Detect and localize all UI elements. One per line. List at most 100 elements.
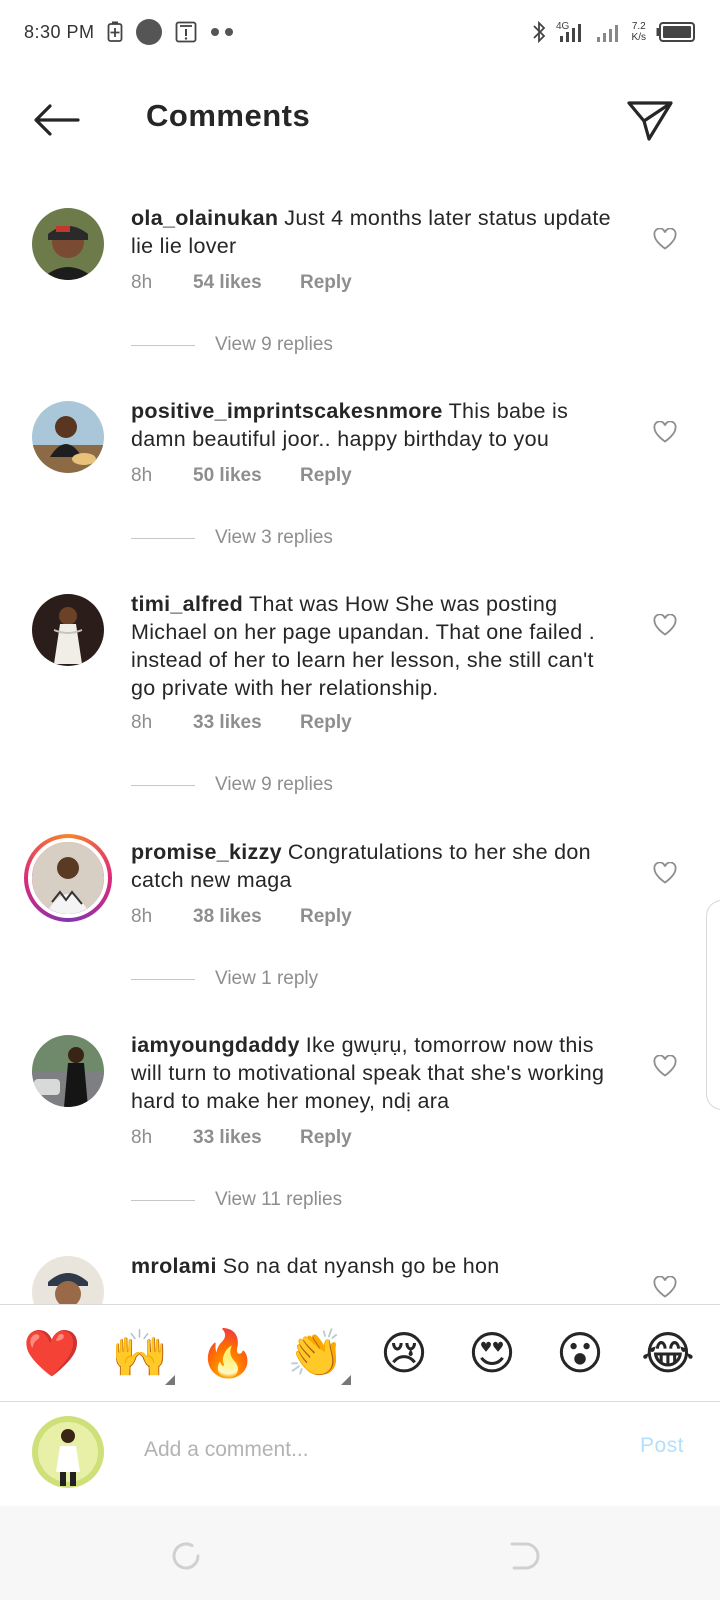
edge-panel-handle[interactable] (706, 900, 720, 1110)
view-replies-label: View 9 replies (215, 334, 333, 355)
page-title: Comments (146, 98, 311, 133)
avatar-image (28, 838, 108, 918)
like-button[interactable] (650, 858, 680, 888)
reply-button[interactable]: Reply (300, 712, 352, 734)
emoji-fire[interactable]: 🔥 (197, 1325, 259, 1381)
replies-divider (131, 784, 195, 786)
paper-plane-icon (627, 101, 673, 141)
circle-home-icon (172, 1542, 200, 1570)
system-nav-bar (0, 1506, 720, 1600)
comment-time: 8h (131, 272, 153, 293)
view-replies-label: View 3 replies (215, 527, 333, 548)
notification-dot-icon (135, 18, 163, 46)
comment-text: positive_imprintscakesnmore This babe is … (131, 397, 621, 453)
sim-alert-icon (175, 21, 197, 43)
comment-meta: 8h 33 likes Reply (131, 712, 352, 734)
view-replies-label: View 11 replies (215, 1189, 343, 1210)
view-replies-label: View 1 reply (215, 968, 319, 989)
comment-time: 8h (131, 906, 153, 927)
comment-list[interactable]: ola_olainukan Just 4 months later status … (0, 200, 720, 1305)
battery-saver-icon (107, 21, 123, 43)
skin-tone-indicator-icon (341, 1375, 351, 1385)
comment-meta: 8h 50 likes Reply (131, 465, 352, 487)
skin-tone-indicator-icon (165, 1375, 175, 1385)
like-button[interactable] (650, 417, 680, 447)
view-replies-button[interactable]: View 9 replies (131, 334, 333, 356)
comment-likes[interactable]: 38 likes (193, 906, 300, 928)
view-replies-button[interactable]: View 9 replies (131, 774, 333, 796)
emoji-surprised[interactable]: 😮 (549, 1325, 611, 1381)
comment-likes[interactable]: 33 likes (193, 1127, 300, 1149)
emoji-heart[interactable]: ❤️ (21, 1325, 83, 1381)
my-avatar (32, 1416, 104, 1488)
comment-time: 8h (131, 1127, 153, 1148)
reply-button[interactable]: Reply (300, 1127, 352, 1149)
arrow-left-icon (34, 104, 80, 136)
view-replies-button[interactable]: View 1 reply (131, 968, 318, 990)
home-nav-button[interactable] (166, 1536, 206, 1576)
avatar-with-story[interactable] (24, 834, 112, 922)
like-button[interactable] (650, 610, 680, 640)
comment-likes[interactable]: 33 likes (193, 712, 300, 734)
emoji-laughing[interactable]: 😂 (637, 1325, 699, 1381)
speed-value: 7.2 (631, 21, 646, 32)
heart-icon (653, 1055, 677, 1077)
comment-text: iamyoungdaddy Ike gwụrụ, tomorrow now thi… (131, 1031, 621, 1115)
comment-text: ola_olainukan Just 4 months later status … (131, 204, 621, 260)
emoji-clapping-wrap[interactable]: 👏 (285, 1325, 351, 1385)
like-button[interactable] (650, 1051, 680, 1081)
back-button[interactable] (28, 98, 84, 142)
network-speed: 7.2 K/s (632, 21, 646, 43)
reply-button[interactable]: Reply (300, 906, 352, 928)
header: Comments (0, 80, 720, 160)
comment-username[interactable]: iamyoungdaddy (131, 1033, 300, 1057)
view-replies-button[interactable]: View 11 replies (131, 1189, 342, 1211)
comment-username[interactable]: ola_olainukan (131, 206, 278, 230)
back-nav-button[interactable] (506, 1536, 546, 1576)
emoji-crying[interactable]: 😢 (373, 1325, 435, 1381)
reply-button[interactable]: Reply (300, 272, 352, 294)
comment-likes[interactable]: 50 likes (193, 465, 300, 487)
avatar[interactable] (32, 594, 104, 666)
comment-time: 8h (131, 465, 153, 486)
like-button[interactable] (650, 224, 680, 254)
share-button[interactable] (626, 96, 674, 144)
avatar[interactable] (32, 208, 104, 280)
comment-likes[interactable]: 54 likes (193, 272, 300, 294)
heart-icon (653, 862, 677, 884)
heart-icon (653, 421, 677, 443)
avatar[interactable] (32, 401, 104, 473)
more-notifications-icon (209, 27, 235, 37)
emoji-raising-hands-wrap[interactable]: 🙌 (109, 1325, 175, 1385)
comment-username[interactable]: positive_imprintscakesnmore (131, 399, 443, 423)
view-replies-label: View 9 replies (215, 774, 333, 795)
comment-username[interactable]: timi_alfred (131, 592, 243, 616)
reply-button[interactable]: Reply (300, 465, 352, 487)
comment-username[interactable]: promise_kizzy (131, 840, 282, 864)
comment-input[interactable] (144, 1430, 604, 1470)
avatar[interactable] (32, 1256, 104, 1305)
bluetooth-icon (532, 20, 546, 44)
comment-text: timi_alfred That was How She was posting … (131, 590, 621, 702)
post-button[interactable]: Post (640, 1434, 684, 1458)
comment-time: 8h (131, 712, 153, 733)
replies-divider (131, 1199, 195, 1201)
back-gesture-icon (510, 1542, 540, 1570)
status-bar: 8:30 PM 4G 7.2 K/s (0, 0, 720, 64)
heart-icon (653, 614, 677, 636)
battery-icon (656, 21, 696, 43)
comment-username[interactable]: mrolami (131, 1254, 217, 1278)
comment-composer: Post (0, 1402, 720, 1506)
comment-meta: 8h 33 likes Reply (131, 1127, 352, 1149)
speed-unit: K/s (631, 32, 646, 43)
like-button[interactable] (650, 1272, 680, 1302)
view-replies-button[interactable]: View 3 replies (131, 527, 333, 549)
replies-divider (131, 537, 195, 539)
emoji-clapping: 👏 (287, 1326, 345, 1380)
comment-meta: 8h 38 likes Reply (131, 906, 352, 928)
avatar[interactable] (32, 1035, 104, 1107)
emoji-raising-hands: 🙌 (111, 1326, 169, 1380)
emoji-heart-eyes[interactable]: 😍 (461, 1325, 523, 1381)
comment-message: So na dat nyansh go be hon (222, 1254, 500, 1278)
status-time: 8:30 PM (24, 21, 95, 42)
